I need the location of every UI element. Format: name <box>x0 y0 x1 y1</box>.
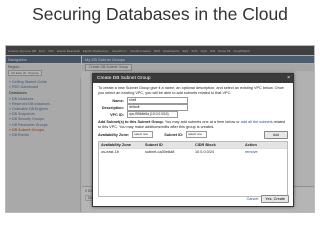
add-subnets-text: You may add subnets one at a time below … <box>164 120 240 125</box>
close-icon[interactable]: × <box>287 74 290 83</box>
subnet-id-select[interactable]: select one <box>186 131 208 139</box>
console-screenshot: Amazon Dynamo DB EC2 VPC Elastic Beansta… <box>5 45 315 213</box>
description-field[interactable]: default <box>127 104 188 112</box>
description-label: Description: <box>101 105 124 110</box>
add-button[interactable]: Add <box>264 130 288 139</box>
column-header: CIDR Block <box>195 143 216 148</box>
table-header: Availability Zone Subnet ID CIDR Block A… <box>99 142 287 149</box>
dialog-title: Create DB Subnet Group <box>97 76 151 81</box>
subnet-id-cell: subnet-ca30e8a8 <box>145 150 175 155</box>
subnet-table: Availability Zone Subnet ID CIDR Block A… <box>98 141 288 198</box>
column-header: Availability Zone <box>101 143 132 148</box>
availability-zone-select[interactable]: select one <box>132 131 154 139</box>
remove-link[interactable]: remove <box>245 149 275 155</box>
vpc-label: VPC ID: <box>110 112 124 117</box>
cidr-block-cell: 10.0.0.0/24 <box>195 150 215 155</box>
vpc-row: VPC ID: vpc-f55b8e5a (10.0.0.0/16) <box>98 111 288 119</box>
name-row: Name: shell <box>98 97 288 105</box>
availability-zone-cell: us-east-1b <box>101 150 119 155</box>
add-all-subnets-link[interactable]: add all the subnets <box>241 120 273 124</box>
subnet-id-label: Subnet ID: <box>164 132 184 137</box>
dialog-footer: Cancel Yes, Create <box>246 195 289 203</box>
dialog-body: To create a new Subnet Group give it a n… <box>93 83 293 200</box>
add-subnets-instructions: Add Subnet(s) to this Subnet Group. You … <box>98 120 288 129</box>
slide-title: Securing Databases in the Cloud <box>32 4 288 24</box>
add-subnets-title: Add Subnet(s) to this Subnet Group. <box>98 120 164 125</box>
vpc-select[interactable]: vpc-f55b8e5a (10.0.0.0/16) <box>127 111 178 119</box>
description-row: Description: default <box>98 104 288 112</box>
add-subnet-row: Availability Zone: select one Subnet ID:… <box>98 130 288 139</box>
column-header: Subnet ID <box>145 143 163 148</box>
dialog-intro: To create a new Subnet Group give it a n… <box>98 86 284 95</box>
dialog-title-bar: Create DB Subnet Group × <box>93 74 293 83</box>
cancel-link[interactable]: Cancel <box>246 197 258 201</box>
create-db-subnet-group-dialog: Create DB Subnet Group × To create a new… <box>92 73 294 207</box>
name-label: Name: <box>112 98 124 103</box>
availability-zone-label: Availability Zone: <box>98 132 130 137</box>
column-header: Action <box>245 143 257 148</box>
table-row: us-east-1b subnet-ca30e8a8 10.0.0.0/24 r… <box>99 148 287 155</box>
yes-create-button[interactable]: Yes, Create <box>261 195 289 203</box>
name-field[interactable]: shell <box>127 97 188 105</box>
